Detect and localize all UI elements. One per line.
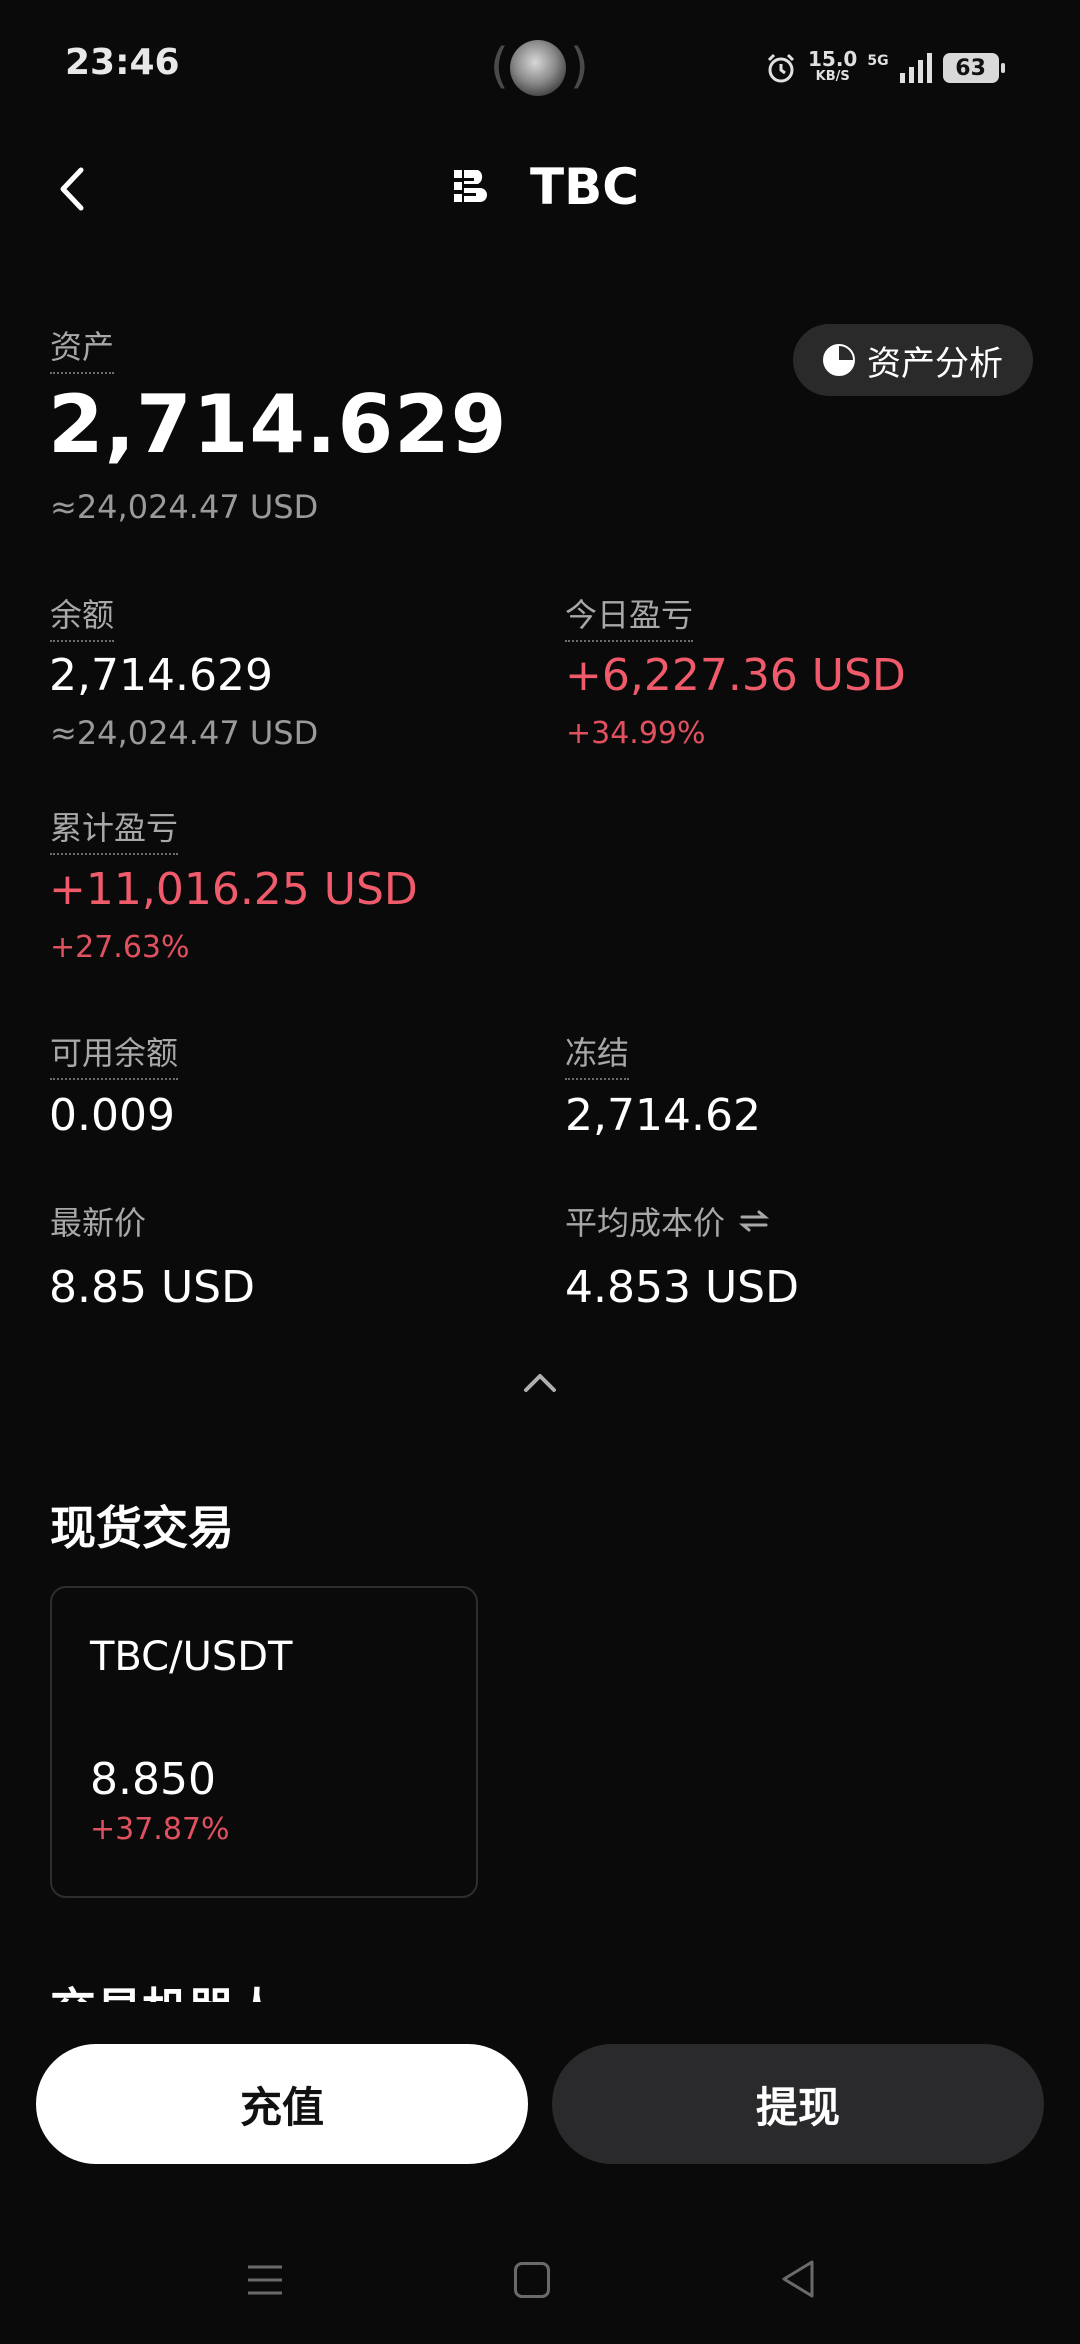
avg-cost-value: 4.853 USD [565, 1262, 799, 1313]
balance-usd-value: ≈24,024.47 USD [50, 714, 319, 752]
status-icons: 15.0 KB/S 5G 63 [764, 46, 1005, 90]
chevron-up-icon[interactable] [522, 1370, 558, 1394]
spot-trading-title: 现货交易 [50, 1501, 234, 1555]
status-time: 23:46 [65, 42, 180, 83]
available-balance-label[interactable]: 可用余额 [50, 1028, 179, 1080]
total-pnl-percent: +27.63% [50, 930, 190, 965]
asset-analysis-button[interactable]: 资产分析 [793, 324, 1033, 396]
brand-logo-icon [454, 170, 487, 202]
page-title: TBC [530, 158, 639, 216]
camera-cutout: ( ) [490, 38, 589, 96]
spot-pair-card[interactable]: TBC/USDT 8.850 +37.87% [50, 1586, 478, 1898]
assets-value: 2,714.629 [48, 378, 508, 471]
network-type: 5G [867, 53, 889, 69]
today-pnl-value: +6,227.36 USD [565, 650, 906, 701]
swap-icon[interactable] [739, 1209, 770, 1233]
assets-label[interactable]: 资产 [50, 322, 115, 374]
total-pnl-label[interactable]: 累计盈亏 [50, 803, 179, 855]
avg-cost-label: 平均成本价 [565, 1204, 726, 1242]
network-speed: 15.0 KB/S [808, 47, 858, 84]
pair-name: TBC/USDT [90, 1634, 293, 1680]
signal-icon [899, 53, 932, 83]
available-balance-value: 0.009 [49, 1090, 175, 1141]
battery-icon: 63 [942, 53, 1005, 83]
avg-cost-label-row[interactable]: 平均成本价 [565, 1198, 770, 1244]
asset-detail-page: 23:46 ( ) 15.0 KB/S 5G 63 TBC 资产 资产分析 2,… [0, 0, 1080, 2344]
today-pnl-label[interactable]: 今日盈亏 [565, 590, 694, 642]
today-pnl-percent: +34.99% [566, 716, 706, 751]
pair-price: 8.850 [90, 1754, 216, 1805]
menu-icon[interactable] [246, 2262, 284, 2298]
pie-chart-icon [823, 344, 855, 376]
nav-back-icon[interactable] [780, 2258, 816, 2300]
camera-icon [510, 40, 566, 96]
latest-price-label: 最新价 [50, 1204, 147, 1242]
balance-label[interactable]: 余额 [50, 590, 115, 642]
back-button[interactable] [55, 162, 89, 216]
trading-bot-title: 交易机器人 [50, 1974, 280, 2004]
assets-usd-value: ≈24,024.47 USD [50, 488, 319, 526]
withdraw-button[interactable]: 提现 [552, 2044, 1044, 2164]
latest-price-value: 8.85 USD [49, 1262, 255, 1313]
deposit-button[interactable]: 充值 [36, 2044, 528, 2164]
asset-analysis-label: 资产分析 [867, 343, 1003, 384]
total-pnl-value: +11,016.25 USD [49, 864, 418, 915]
frozen-value: 2,714.62 [565, 1090, 761, 1141]
alarm-icon [767, 53, 795, 83]
frozen-label[interactable]: 冻结 [565, 1028, 630, 1080]
balance-value: 2,714.629 [49, 650, 273, 701]
pair-change: +37.87% [90, 1812, 230, 1847]
home-icon[interactable] [514, 2262, 550, 2298]
